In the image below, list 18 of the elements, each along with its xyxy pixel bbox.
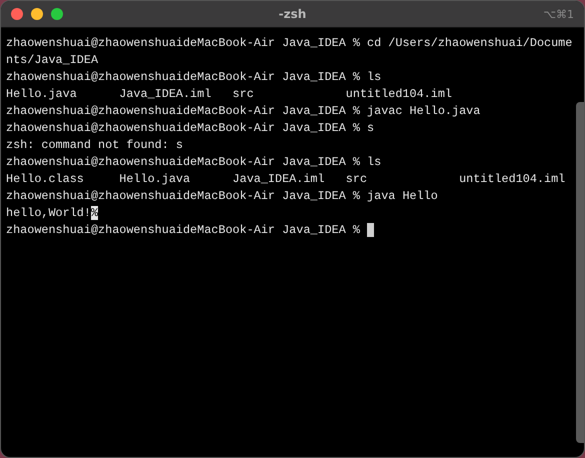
shortcut-label: ⌥⌘1 <box>543 8 574 20</box>
terminal-line: nts/Java_IDEA <box>6 52 98 66</box>
terminal-line: zhaowenshuai@zhaowenshuaideMacBook-Air Java_IDEA % ls <box>6 70 382 84</box>
terminal-line: zhaowenshuai@zhaowenshuaideMacBook-Air Java_IDEA % ls <box>6 154 382 168</box>
terminal-line: Hello.java Java_IDEA.iml src untitled104.iml <box>6 86 452 100</box>
terminal-line: zsh: command not found: s <box>6 138 183 152</box>
terminal-line: zhaowenshuai@zhaowenshuaideMacBook-Air Java_IDEA % cd /Users/zhaowenshuai/Docume <box>6 36 572 50</box>
terminal-line: zhaowenshuai@zhaowenshuaideMacBook-Air Java_IDEA % s <box>6 120 374 134</box>
close-button[interactable] <box>11 8 23 20</box>
terminal-line: zhaowenshuai@zhaowenshuaideMacBook-Air Java_IDEA % <box>6 222 361 236</box>
terminal-line: Hello.class Hello.java Java_IDEA.iml src untitled104.iml <box>6 172 566 186</box>
highlighted-mark: % <box>90 206 98 220</box>
minimize-button[interactable] <box>31 8 43 20</box>
terminal-line: zhaowenshuai@zhaowenshuaideMacBook-Air Java_IDEA % java Hello <box>6 188 438 202</box>
window-title: -zsh <box>278 7 306 21</box>
terminal-line: zhaowenshuai@zhaowenshuaideMacBook-Air Java_IDEA % javac Hello.java <box>6 104 480 118</box>
terminal-line: hello,World! <box>6 206 91 220</box>
zoom-button[interactable] <box>51 8 63 20</box>
